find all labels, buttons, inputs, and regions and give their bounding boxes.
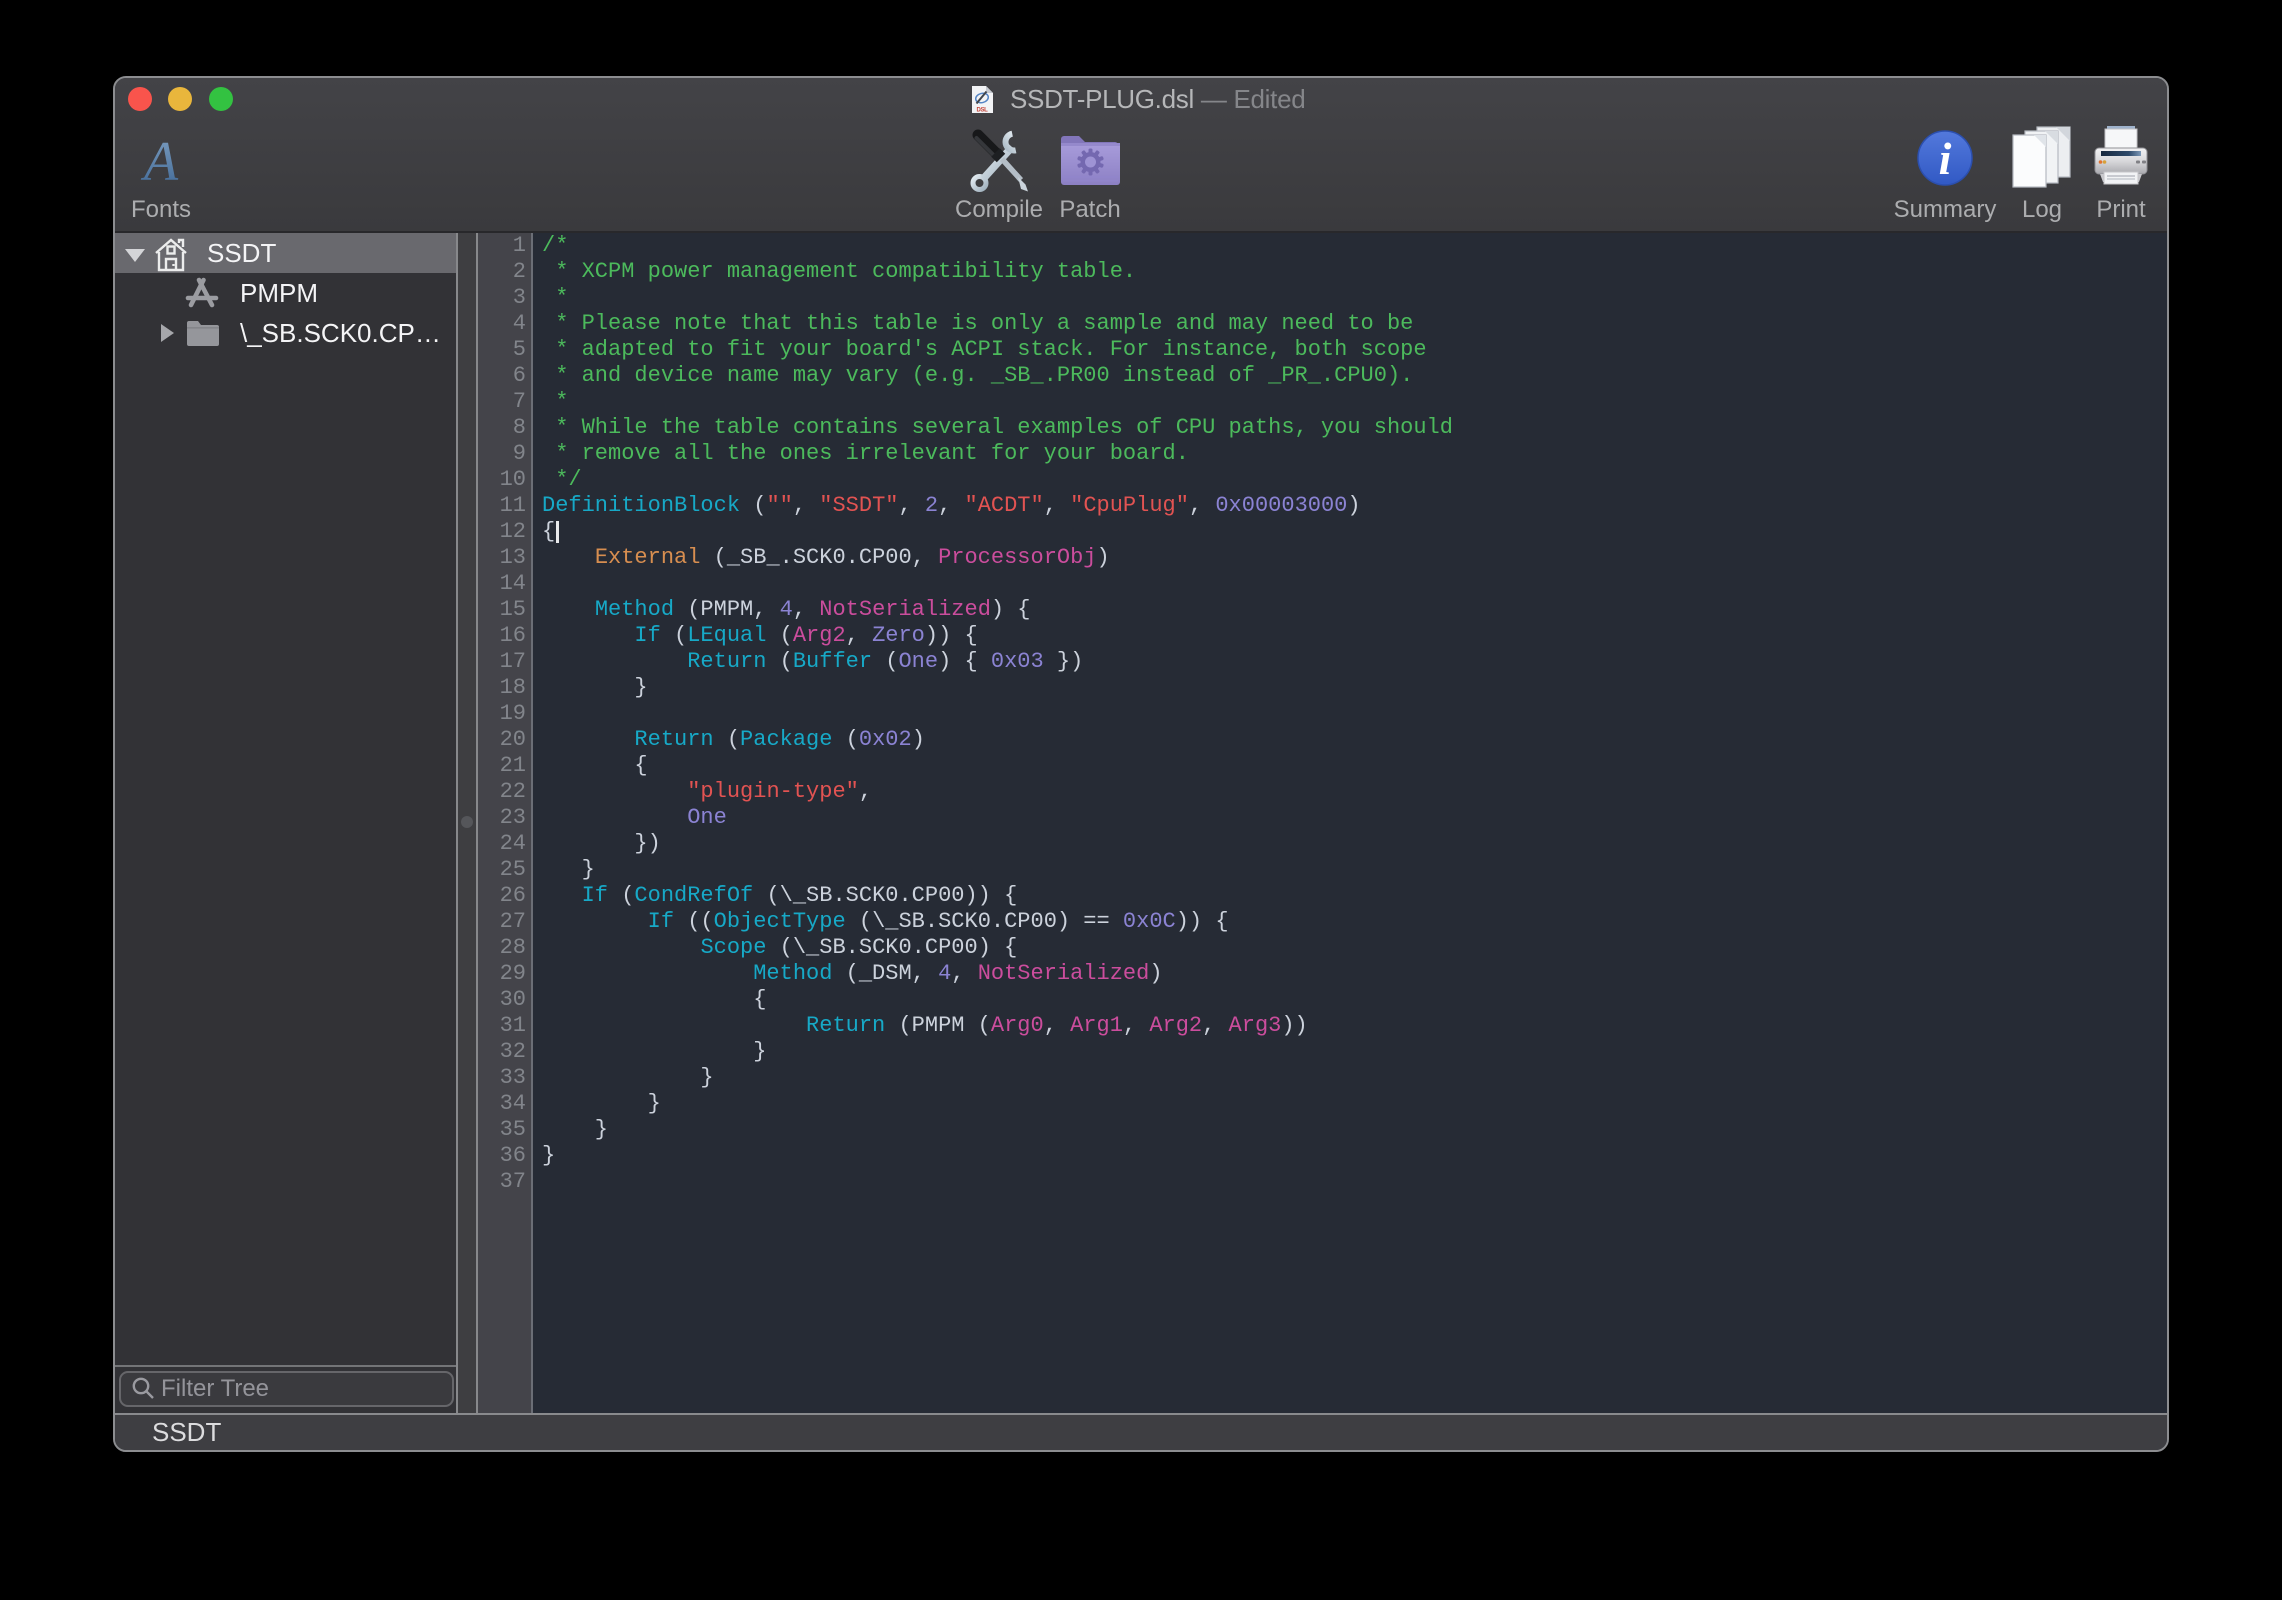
svg-text:A: A bbox=[140, 131, 179, 188]
svg-text:i: i bbox=[1939, 133, 1952, 184]
svg-text:DSL: DSL bbox=[976, 108, 988, 114]
